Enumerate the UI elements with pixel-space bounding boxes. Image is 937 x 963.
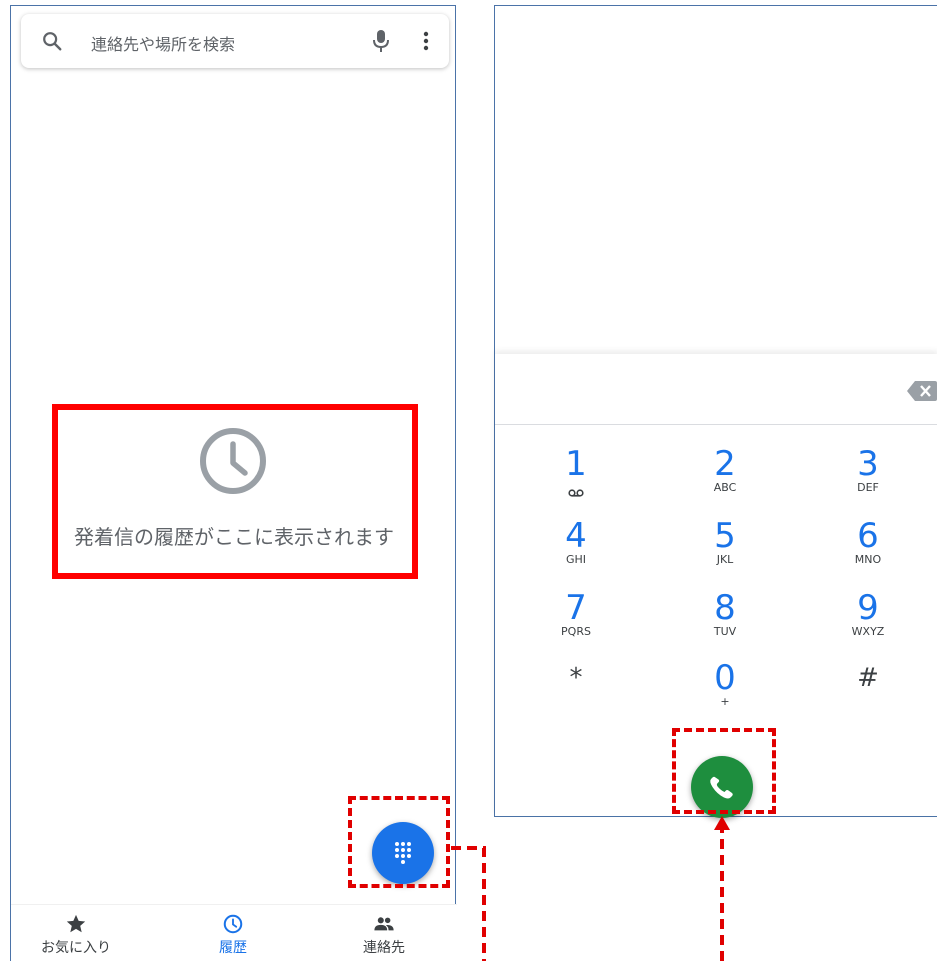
search-bar[interactable]: 連絡先や場所を検索 [21, 14, 449, 68]
dial-key-letters: JKL [716, 553, 734, 566]
people-icon [374, 917, 394, 931]
bottom-navigation: お気に入り 履歴 連絡先 [11, 904, 457, 963]
dialer-screen: 1 2 ABC 3 DEF 4 GHI 5 JKL 6 MNO 7 PQRS 8 TUV 9 WXYZ * 0 + # [494, 5, 937, 818]
dial-key-digit: * [569, 663, 583, 693]
dial-key[interactable]: 4 GHI [531, 518, 621, 566]
dial-key-digit: 2 [714, 444, 736, 484]
dial-key[interactable]: * [531, 660, 621, 696]
dialpad-fab-annotation-box [348, 796, 450, 888]
dial-key-digit: 3 [857, 444, 879, 484]
search-input[interactable]: 連絡先や場所を検索 [91, 31, 235, 55]
call-arrow-head [714, 816, 730, 830]
microphone-icon[interactable] [371, 29, 391, 53]
nav-history-label: 履歴 [219, 940, 247, 956]
dial-key-letters: WXYZ [851, 625, 885, 638]
dial-key-letters: MNO [854, 553, 882, 566]
dial-key[interactable]: 9 WXYZ [823, 590, 913, 638]
nav-favorites[interactable]: お気に入り [21, 913, 131, 957]
dial-key-letters: DEF [857, 481, 879, 494]
nav-contacts-label: 連絡先 [363, 940, 405, 956]
search-icon [43, 32, 62, 51]
dial-key-digit: 0 [714, 658, 736, 698]
dial-key-digit: 7 [565, 588, 587, 628]
nav-favorites-label: お気に入り [41, 940, 111, 956]
dial-key[interactable]: # [823, 660, 913, 696]
nav-contacts[interactable]: 連絡先 [329, 913, 439, 957]
dial-key-digit: 5 [714, 516, 736, 556]
history-annotation-box [52, 404, 418, 579]
call-button-annotation-box [672, 728, 776, 814]
dial-key-digit: 6 [857, 516, 879, 556]
nav-history[interactable]: 履歴 [178, 913, 288, 957]
dial-key-letters: ABC [713, 481, 737, 494]
dial-key[interactable]: 2 ABC [680, 446, 770, 494]
dial-key[interactable]: 3 DEF [823, 446, 913, 494]
dial-key-letters: GHI [565, 553, 587, 566]
dial-key-letters: PQRS [561, 625, 591, 638]
dial-key[interactable]: 1 [531, 446, 621, 501]
dial-key-letters: TUV [713, 625, 737, 638]
star-icon [66, 914, 86, 933]
dial-key-digit: 8 [714, 588, 736, 628]
dial-key-letters: + [720, 695, 730, 708]
voicemail-icon [568, 489, 584, 497]
clock-icon [223, 914, 243, 934]
more-vert-icon[interactable] [422, 29, 430, 53]
dial-key-digit: # [857, 663, 879, 693]
dial-key-digit: 4 [565, 516, 587, 556]
dial-key[interactable]: 0 + [680, 660, 770, 708]
dial-key[interactable]: 5 JKL [680, 518, 770, 566]
dial-key[interactable]: 6 MNO [823, 518, 913, 566]
dialed-number-field[interactable] [495, 354, 937, 425]
dial-key-digit: 1 [565, 444, 587, 484]
dial-key-digit: 9 [857, 588, 879, 628]
dial-key[interactable]: 7 PQRS [531, 590, 621, 638]
backspace-icon[interactable] [907, 380, 937, 402]
dial-key[interactable]: 8 TUV [680, 590, 770, 638]
